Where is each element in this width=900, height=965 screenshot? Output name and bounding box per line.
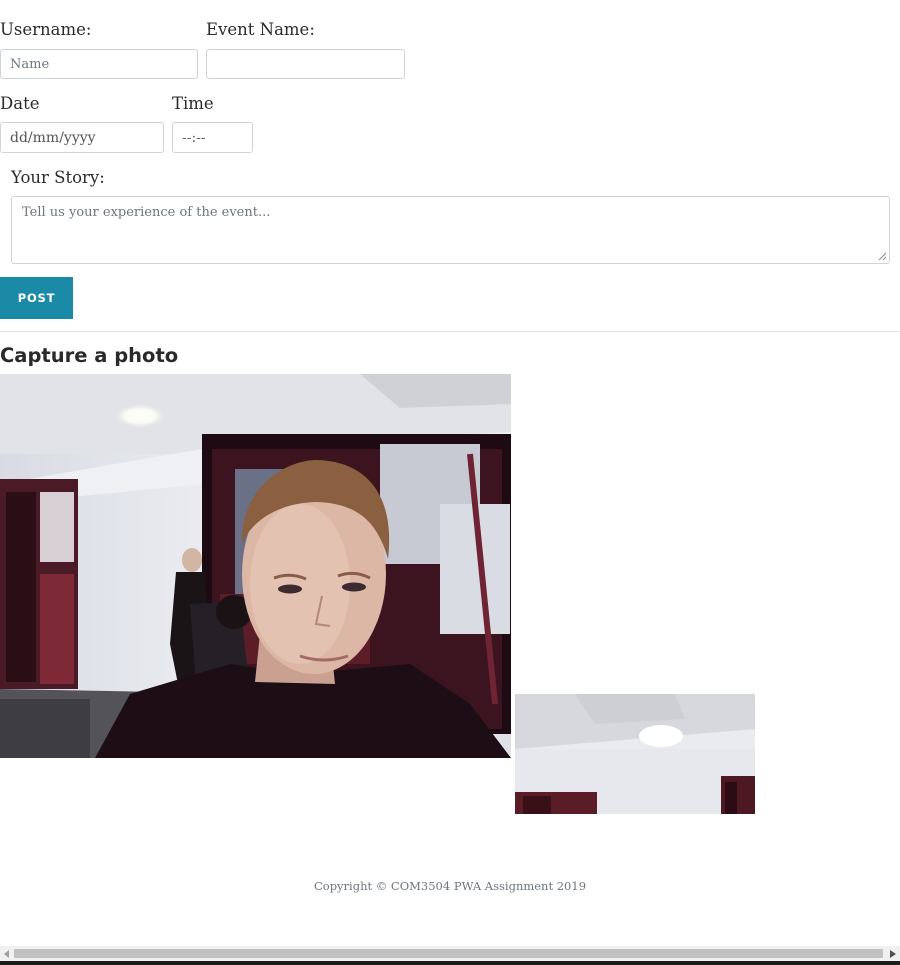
- story-label: Your Story:: [11, 168, 105, 187]
- event-name-label: Event Name:: [206, 20, 315, 39]
- footer-copyright: Copyright © COM3504 PWA Assignment 2019: [313, 879, 587, 893]
- time-label: Time: [172, 94, 214, 113]
- captured-photo: [515, 694, 755, 814]
- event-name-input[interactable]: [206, 49, 405, 79]
- post-button[interactable]: POST: [0, 277, 73, 319]
- story-textarea[interactable]: Tell us your experience of the event...: [11, 196, 890, 264]
- captured-photo-image: [515, 694, 755, 814]
- date-label: Date: [0, 94, 40, 113]
- username-placeholder: Name: [10, 56, 50, 72]
- horizontal-scrollbar[interactable]: [0, 946, 900, 961]
- time-input[interactable]: --:--: [172, 122, 253, 153]
- webcam-video[interactable]: [0, 374, 511, 758]
- window-bottom-edge: [0, 961, 900, 965]
- scrollbar-thumb[interactable]: [14, 949, 883, 958]
- section-divider: [0, 331, 900, 332]
- page: Username: Name Event Name: Date dd/mm/yy…: [0, 0, 900, 965]
- webcam-feed-image: [0, 374, 511, 758]
- capture-title: Capture a photo: [0, 344, 179, 367]
- time-placeholder: --:--: [182, 129, 206, 146]
- scroll-right-arrow-icon[interactable]: [886, 946, 900, 961]
- username-input[interactable]: Name: [0, 49, 198, 79]
- date-placeholder: dd/mm/yyyy: [10, 129, 96, 146]
- resize-handle-icon[interactable]: [878, 252, 887, 261]
- username-label: Username:: [0, 20, 92, 39]
- story-placeholder: Tell us your experience of the event...: [22, 205, 271, 220]
- date-input[interactable]: dd/mm/yyyy: [0, 122, 164, 153]
- scroll-left-arrow-icon[interactable]: [0, 946, 14, 961]
